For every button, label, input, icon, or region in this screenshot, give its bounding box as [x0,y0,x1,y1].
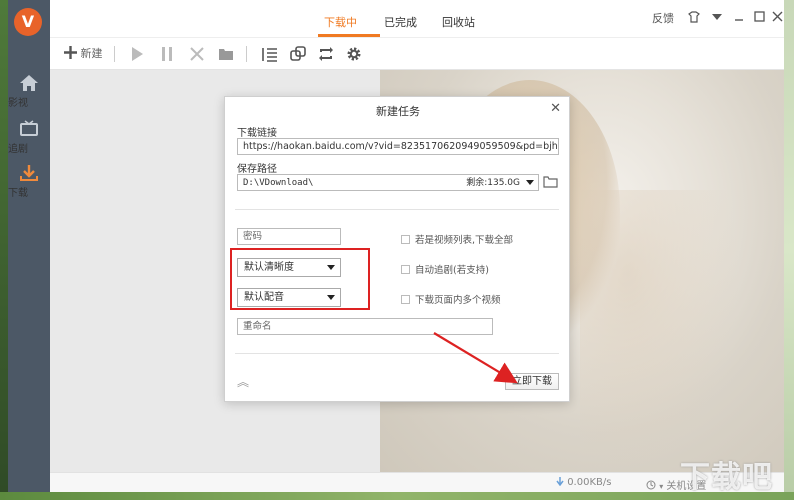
desktop-background-bottom [0,492,794,500]
folder-icon[interactable] [218,45,234,63]
rename-placeholder: 重命名 [243,321,272,332]
save-path-input[interactable]: D:\VDownload\ 剩余:135.0G [237,174,539,191]
maximize-icon[interactable] [754,11,765,22]
path-dropdown-icon[interactable] [526,180,534,185]
feedback-link[interactable]: 反馈 [652,10,674,26]
collapse-chevron-up-icon[interactable]: ︽ [237,373,249,390]
sidebar-item-series[interactable]: 追剧 [8,114,50,160]
checkbox[interactable] [401,295,410,304]
option-label: 自动追剧(若支持) [415,265,489,276]
watermark: 下载吧 [680,460,773,495]
download-speed: 0.00KB/s [556,477,611,488]
desktop-background-right [784,0,794,500]
speed-value: 0.00KB/s [567,477,612,488]
dropdown-caret-icon: ▾ [659,482,664,491]
option-download-all-list[interactable]: 若是视频列表,下载全部 [401,232,513,246]
tv-icon [20,120,38,136]
password-placeholder: 密码 [243,231,263,242]
download-icon [20,165,38,181]
settings-gear-icon[interactable] [346,45,362,63]
tab-completed[interactable]: 已完成 [384,14,417,30]
sidebar-item-label: 下载 [8,188,28,199]
active-tab-indicator [318,34,380,37]
download-arrow-icon [556,477,564,487]
sidebar: V 影视 追剧 下载 [8,0,50,492]
skin-icon[interactable] [688,11,700,23]
save-path-label: 保存路径 [237,164,277,175]
refresh-icon[interactable] [318,45,334,63]
rename-input[interactable]: 重命名 [237,318,493,335]
app-logo: V [14,8,42,36]
download-link-input[interactable]: https://haokan.baidu.com/v?vid=823517062… [237,138,559,155]
menu-dropdown-icon[interactable] [712,13,722,21]
checkbox[interactable] [401,235,410,244]
new-task-label: 新建 [80,47,103,60]
status-bar: 0.00KB/s ▾ 关机设置 [50,472,784,492]
sidebar-item-label: 影视 [8,98,28,109]
toolbar-divider [114,46,115,62]
option-label: 若是视频列表,下载全部 [415,235,514,246]
annotation-highlight-box [230,248,370,310]
list-icon[interactable] [262,45,278,63]
option-label: 下载页面内多个视频 [415,295,501,306]
sidebar-item-label: 追剧 [8,144,28,155]
password-input[interactable]: 密码 [237,228,341,245]
sidebar-item-movies[interactable]: 影视 [8,68,50,114]
browse-folder-icon[interactable] [543,175,558,189]
download-now-button[interactable]: 立即下载 [505,373,559,390]
tab-recycle-bin[interactable]: 回收站 [442,14,475,30]
sidebar-item-download[interactable]: 下载 [8,158,50,204]
top-bar: 下载中 已完成 回收站 反馈 [50,0,784,38]
desktop-background [0,0,8,500]
copy-icon[interactable] [290,45,306,63]
toolbar: 新建 [50,38,784,70]
delete-icon[interactable] [190,45,204,63]
save-path-value: D:\VDownload\ [243,178,314,188]
dialog-divider [235,209,559,210]
close-window-icon[interactable] [772,11,783,22]
option-multiple-videos[interactable]: 下载页面内多个视频 [401,292,501,306]
dialog-divider [235,353,559,354]
minimize-icon[interactable] [734,12,744,22]
toolbar-divider [246,46,247,62]
clock-icon [646,480,656,490]
tab-downloading[interactable]: 下载中 [324,14,357,30]
start-icon[interactable] [130,45,144,63]
free-space-text: 剩余:135.0G [466,178,520,188]
dialog-title: 新建任务 [376,105,420,118]
option-auto-follow[interactable]: 自动追剧(若支持) [401,262,489,276]
pause-icon[interactable] [160,45,174,63]
home-icon [20,75,38,91]
new-task-button[interactable]: 新建 [64,45,103,63]
download-link-label: 下载链接 [237,128,277,139]
checkbox[interactable] [401,265,410,274]
plus-icon [64,46,77,59]
dialog-close-icon[interactable]: ✕ [550,101,561,116]
